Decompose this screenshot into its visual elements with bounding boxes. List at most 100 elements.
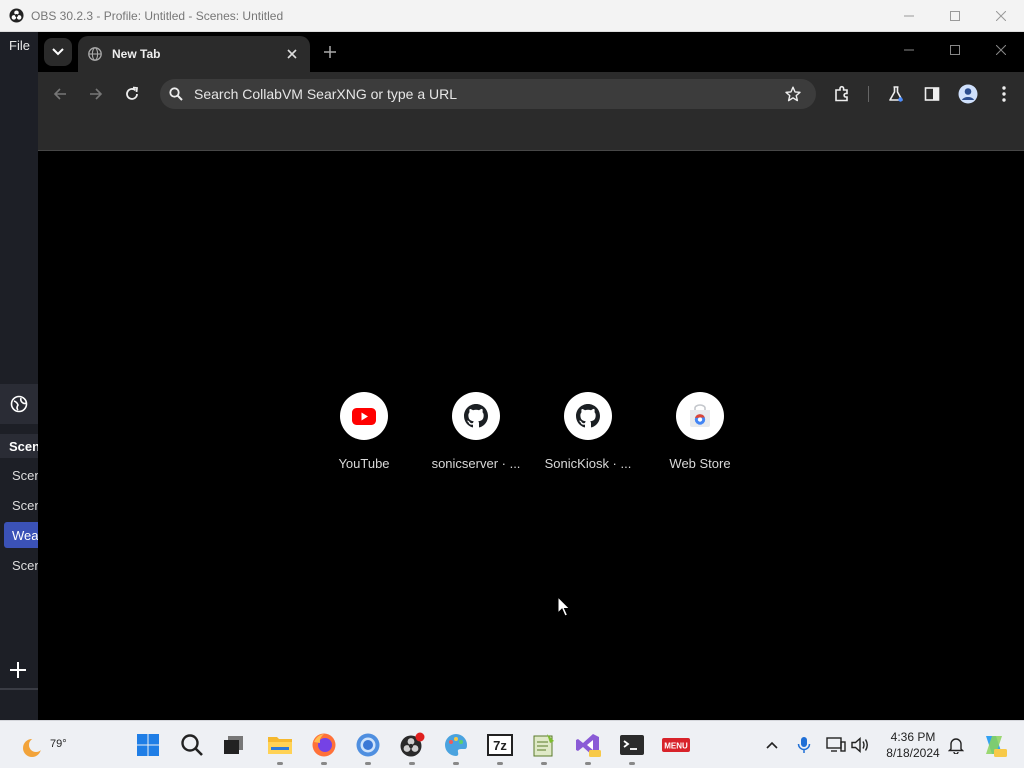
obs-scene-item-selected[interactable]: Wea (4, 522, 38, 548)
shortcut-tile-web-store[interactable]: Web Store (644, 392, 756, 482)
browser-toolbar: Search CollabVM SearXNG or type a URL (38, 72, 1024, 116)
plus-icon (324, 46, 336, 58)
taskbar-search-button[interactable] (176, 729, 208, 761)
bookmark-star-button[interactable] (784, 85, 802, 103)
obs-browser-dock-button[interactable] (0, 384, 38, 424)
show-hidden-icons-button[interactable] (760, 733, 784, 757)
maximize-icon (950, 11, 960, 21)
shortcut-label: sonicserver · ... (431, 456, 521, 471)
visual-studio-icon (576, 734, 601, 757)
obs-icon (400, 732, 425, 757)
star-icon (785, 86, 801, 102)
obs-close-button[interactable] (978, 0, 1024, 32)
address-bar[interactable]: Search CollabVM SearXNG or type a URL (160, 79, 816, 109)
shortcut-icon-circle (340, 392, 388, 440)
bookmarks-bar (38, 116, 1024, 151)
7zip-taskbar-button[interactable]: 7z (484, 729, 516, 765)
bell-icon (948, 738, 964, 754)
clock-date: 8/18/2024 (886, 746, 940, 760)
firefox-taskbar-button[interactable] (308, 729, 340, 765)
side-panel-button[interactable] (920, 82, 944, 106)
notepad-plus-plus-icon (533, 734, 554, 757)
shortcut-tile-sonicserver[interactable]: sonicserver · ... (420, 392, 532, 482)
browser-close-button[interactable] (978, 32, 1024, 68)
back-button[interactable] (48, 82, 72, 106)
file-explorer-taskbar-button[interactable] (264, 729, 296, 765)
close-icon (287, 49, 297, 59)
minimize-icon (904, 49, 914, 51)
browser-minimize-button[interactable] (886, 32, 932, 68)
notepad-plus-plus-taskbar-button[interactable] (528, 729, 560, 765)
tab-new-tab[interactable]: New Tab (78, 36, 310, 72)
new-tab-button[interactable] (320, 42, 340, 62)
menu-app-icon: MENU (662, 738, 690, 752)
taskbar-clock[interactable]: 4:36 PM 8/18/2024 (880, 729, 946, 761)
task-view-icon (224, 736, 243, 754)
shortcut-icon-circle (564, 392, 612, 440)
forward-button[interactable] (84, 82, 108, 106)
close-icon (996, 45, 1006, 55)
running-indicator (277, 762, 283, 765)
arrow-left-icon (53, 88, 66, 100)
obs-add-scene-button[interactable] (6, 658, 30, 682)
menu-app-taskbar-button[interactable]: MENU (660, 729, 692, 761)
chrome-taskbar-button[interactable] (352, 729, 384, 765)
flask-icon (889, 86, 903, 102)
mouse-cursor-icon (557, 596, 571, 617)
obs-menu-file[interactable]: File (9, 38, 30, 53)
reload-button[interactable] (120, 82, 144, 106)
terminal-taskbar-button[interactable] (616, 729, 648, 765)
chevron-down-icon (52, 48, 64, 56)
shortcut-tile-youtube[interactable]: YouTube (308, 392, 420, 482)
toolbar-separator (868, 86, 869, 102)
avatar-icon (958, 84, 978, 104)
weather-widget[interactable]: 79° (18, 729, 68, 763)
tab-close-button[interactable] (284, 46, 300, 62)
running-indicator (541, 762, 547, 765)
chevron-up-icon (766, 741, 778, 749)
obs-minimize-button[interactable] (886, 0, 932, 32)
obs-left-panel: File Scen Scen Scen Wea Scen (0, 32, 38, 720)
start-button[interactable] (132, 729, 164, 761)
minimize-icon (904, 15, 914, 17)
obs-taskbar-button[interactable] (396, 729, 428, 765)
tab-title: New Tab (112, 47, 161, 61)
running-indicator (629, 762, 635, 765)
task-view-button[interactable] (218, 729, 250, 761)
labs-button[interactable] (884, 82, 908, 106)
volume-tray-button[interactable] (848, 733, 872, 757)
extensions-button[interactable] (830, 82, 854, 106)
more-vertical-icon (1002, 86, 1006, 102)
network-tray-button[interactable] (824, 733, 848, 757)
side-panel-icon (924, 87, 940, 101)
tab-search-button[interactable] (44, 38, 72, 66)
obs-maximize-button[interactable] (932, 0, 978, 32)
obs-scene-item[interactable]: Scen (4, 552, 38, 578)
menu-button[interactable] (992, 82, 1016, 106)
windows-start-icon (137, 734, 159, 756)
obs-scene-item[interactable]: Scen (4, 462, 38, 488)
plus-icon (10, 662, 26, 678)
close-icon (996, 11, 1006, 21)
obs-scene-item[interactable]: Scen (4, 492, 38, 518)
copilot-button[interactable] (980, 731, 1008, 759)
maximize-icon (950, 45, 960, 55)
notifications-button[interactable] (944, 733, 968, 757)
search-icon (168, 86, 184, 102)
globe-icon (88, 47, 102, 61)
github-icon (576, 404, 600, 428)
running-indicator (365, 762, 371, 765)
microphone-tray-button[interactable] (792, 733, 816, 757)
paint-taskbar-button[interactable] (440, 729, 472, 765)
visual-studio-taskbar-button[interactable] (572, 729, 604, 765)
weather-temperature: 79° (50, 738, 67, 750)
browser-maximize-button[interactable] (932, 32, 978, 68)
clock-time: 4:36 PM (890, 730, 936, 744)
shortcut-tile-sonickiosk[interactable]: SonicKiosk · ... (532, 392, 644, 482)
tab-strip: New Tab (38, 32, 1024, 72)
github-icon (464, 404, 488, 428)
profile-button[interactable] (956, 82, 980, 106)
network-icon (826, 737, 846, 752)
firefox-icon (312, 733, 336, 757)
arrow-right-icon (90, 88, 103, 100)
